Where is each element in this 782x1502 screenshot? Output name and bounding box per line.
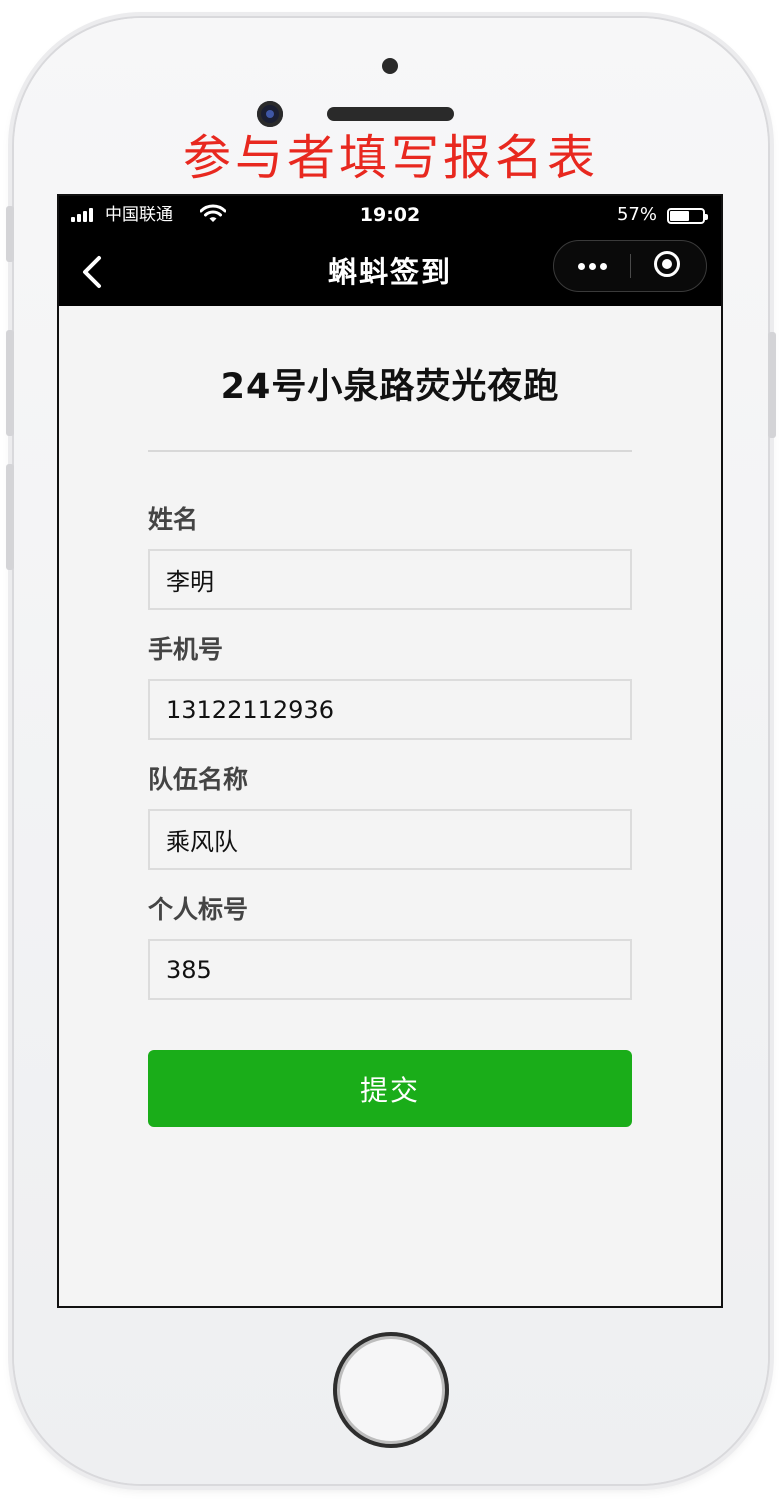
earpiece-speaker (327, 107, 454, 121)
volume-up-button (6, 330, 14, 436)
phone-screen: 中国联通 19:02 57% 蝌蚪签到 24号小泉路荧光夜跑 姓名 李明 手机号… (57, 194, 723, 1308)
top-bar: 中国联通 19:02 57% 蝌蚪签到 (59, 196, 721, 306)
more-dots-icon (578, 263, 585, 270)
proximity-sensor (382, 58, 398, 74)
navigation-bar: 蝌蚪签到 (59, 240, 721, 306)
bib-number-input[interactable] (148, 939, 632, 1000)
name-input[interactable] (148, 549, 632, 610)
close-mini-program-button[interactable] (631, 241, 707, 291)
team-name-input[interactable] (148, 809, 632, 870)
submit-button[interactable]: 提交 (148, 1050, 632, 1127)
more-options-button[interactable] (554, 241, 630, 291)
status-bar: 中国联通 19:02 57% (59, 196, 721, 240)
home-button[interactable] (333, 1332, 449, 1448)
battery-percent: 57% (616, 204, 657, 225)
battery-icon (667, 208, 708, 224)
title-divider (148, 450, 632, 452)
power-button (768, 332, 776, 438)
mini-program-capsule (553, 240, 707, 292)
screenshot-caption: 参与者填写报名表 (182, 130, 599, 186)
silent-switch (6, 206, 14, 262)
bib-number-label: 个人标号 (148, 895, 249, 924)
event-title: 24号小泉路荧光夜跑 (220, 367, 560, 407)
phone-label: 手机号 (148, 635, 224, 664)
phone-input[interactable] (148, 679, 632, 740)
name-label: 姓名 (148, 505, 199, 534)
volume-down-button (6, 464, 14, 570)
team-name-label: 队伍名称 (148, 765, 249, 794)
front-camera (257, 101, 283, 127)
